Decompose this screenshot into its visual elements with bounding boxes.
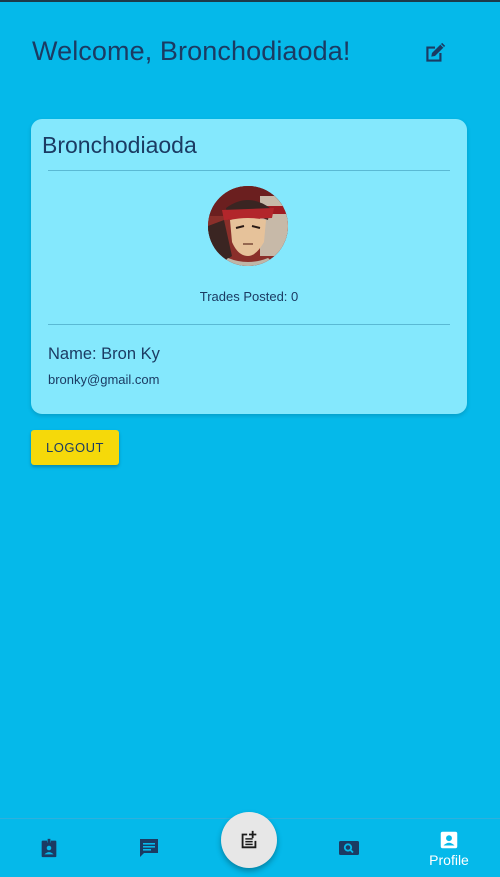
avatar	[208, 186, 288, 266]
chat-icon	[140, 839, 158, 857]
logout-button[interactable]: LOGOUT	[31, 430, 119, 465]
search-photo-icon	[339, 841, 359, 855]
full-name: Name: Bron Ky	[48, 345, 160, 363]
nav-label-profile: Profile	[429, 851, 469, 868]
divider	[48, 324, 450, 325]
avatar-image	[208, 186, 288, 266]
profile-icon	[440, 831, 458, 848]
nav-item-profile[interactable]: Profile	[419, 819, 479, 877]
edit-icon	[426, 42, 446, 62]
edit-profile-button[interactable]	[418, 38, 452, 68]
post-add-icon	[241, 830, 257, 849]
card-username: Bronchodiaoda	[42, 132, 197, 158]
nav-item-search[interactable]	[319, 819, 379, 877]
trades-posted-count: Trades Posted: 0	[199, 289, 299, 304]
nav-item-chat[interactable]	[119, 819, 179, 877]
divider	[48, 170, 450, 171]
nav-item-badge[interactable]	[19, 819, 79, 877]
badge-icon	[41, 838, 57, 858]
email-address: bronky@gmail.com	[48, 372, 160, 387]
welcome-title: Welcome, Bronchodiaoda!	[32, 36, 351, 66]
profile-card: Bronchodiaoda Trades Posted: 0 Name: Bro…	[31, 119, 467, 414]
add-post-fab[interactable]	[221, 812, 277, 868]
header: Welcome, Bronchodiaoda!	[0, 0, 500, 100]
